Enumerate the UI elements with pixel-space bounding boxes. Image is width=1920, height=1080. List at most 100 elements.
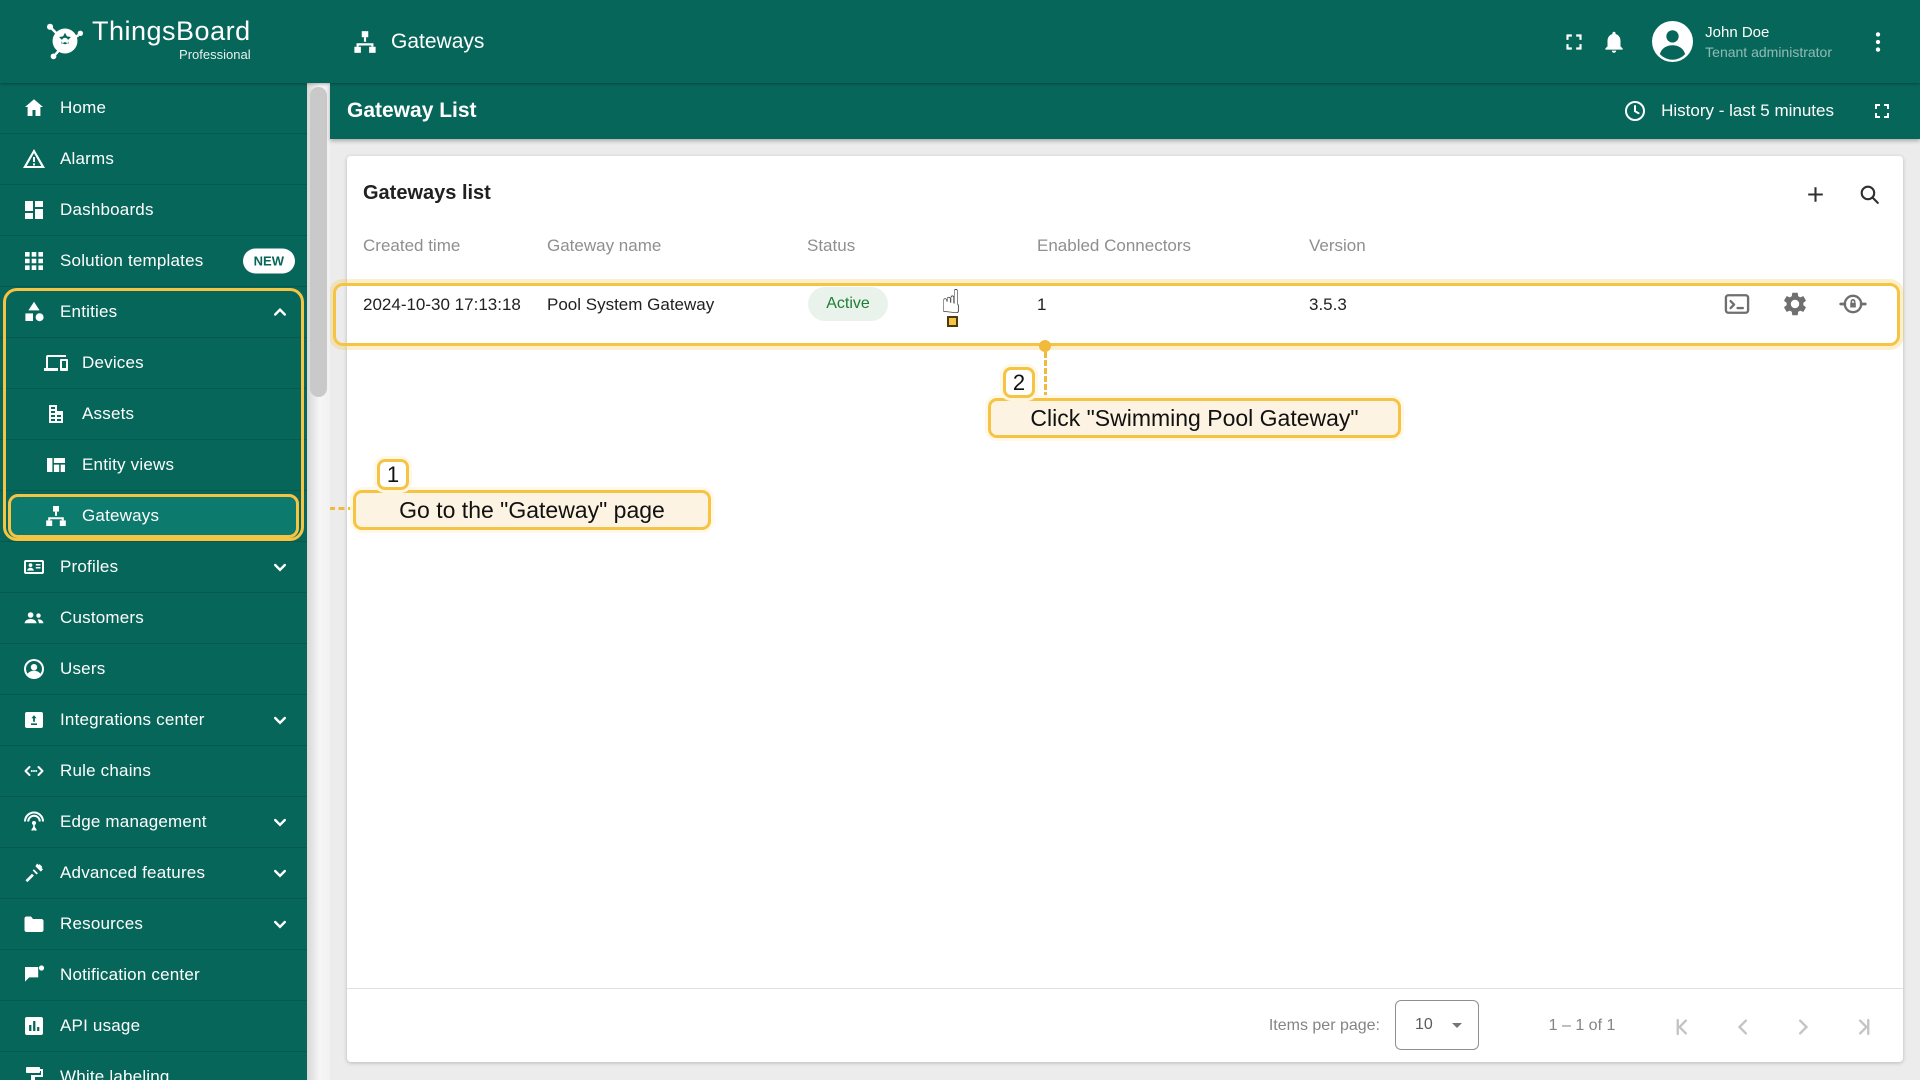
sidebar-item-notification-center[interactable]: Notification center [0, 950, 307, 1001]
white-labeling-icon [22, 1065, 46, 1080]
sidebar-item-label: Solution templates [60, 251, 204, 270]
devices-icon [44, 351, 68, 375]
gateways-page-icon [352, 29, 378, 55]
api-usage-icon [22, 1014, 46, 1038]
sidebar-item-advanced-features[interactable]: Advanced features [0, 848, 307, 899]
chevron-down-icon [268, 861, 292, 885]
search-button[interactable] [1849, 174, 1889, 214]
thingsboard-logo[interactable]: ThingsBoard Professional [42, 16, 251, 66]
page-range-label: 1 – 1 of 1 [1548, 1017, 1616, 1034]
thingsboard-logo-icon [46, 23, 84, 60]
sidebar-item-label: White labeling [60, 1067, 170, 1080]
cell-enabled-connectors[interactable]: 1 [1037, 273, 1046, 336]
user-avatar[interactable] [1652, 21, 1694, 62]
step2-connector-line [1044, 352, 1047, 398]
scrollbar-thumb[interactable] [310, 87, 327, 397]
row-actions [1723, 290, 1867, 318]
more-vert-icon [1875, 31, 1881, 52]
history-clock-icon [1623, 99, 1647, 123]
col-version[interactable]: Version [1309, 236, 1366, 256]
prev-page-button[interactable] [1729, 1013, 1757, 1041]
cell-gateway-name[interactable]: Pool System Gateway [547, 273, 714, 336]
gear-icon [1784, 292, 1806, 316]
expand-icon [1875, 104, 1889, 118]
sidebar-item-api-usage[interactable]: API usage [0, 1001, 307, 1052]
sidebar-item-profiles[interactable]: Profiles [0, 542, 307, 593]
sidebar-item-integrations-center[interactable]: Integrations center [0, 695, 307, 746]
brand-tier: Professional [179, 47, 251, 62]
sidebar-item-entity-views[interactable]: Entity views [0, 440, 307, 491]
remote-shell-button[interactable] [1723, 290, 1751, 318]
sidebar-item-label: Integrations center [60, 710, 205, 729]
col-status[interactable]: Status [807, 236, 855, 256]
sidebar-item-white-labeling[interactable]: White labeling [0, 1052, 307, 1080]
top-bar: ThingsBoard Professional Gateways John D… [0, 0, 1920, 83]
sidebar-item-label: Resources [60, 914, 144, 933]
sidebar-scrollbar[interactable] [307, 83, 330, 1080]
last-page-icon [1858, 1018, 1870, 1036]
page-title: Gateways [352, 0, 484, 83]
security-credentials-button[interactable] [1839, 290, 1867, 318]
sidebar-item-entities[interactable]: Entities [0, 287, 307, 338]
sidebar-item-home[interactable]: Home [0, 83, 307, 134]
sidebar-menu: Home Alarms Dashboards Solution templates NE… [0, 83, 307, 1080]
entities-group: Entities Devices Assets Entity views Gateway… [0, 287, 307, 542]
solution-templates-icon [22, 249, 46, 273]
user-info[interactable]: John Doe Tenant administrator [1705, 24, 1832, 60]
terminal-icon [1724, 294, 1750, 314]
dashboard-fullscreen-button[interactable] [1870, 99, 1894, 123]
dropdown-arrow-icon [1445, 1013, 1469, 1037]
page-title-text: Gateways [391, 29, 485, 53]
sidebar-item-customers[interactable]: Customers [0, 593, 307, 644]
bell-icon [1605, 31, 1623, 53]
sidebar-item-resources[interactable]: Resources [0, 899, 307, 950]
chevron-down-icon [268, 912, 292, 936]
next-page-button[interactable] [1789, 1013, 1817, 1041]
sidebar-item-edge-management[interactable]: Edge management [0, 797, 307, 848]
more-menu-button[interactable] [1858, 22, 1898, 62]
sidebar-item-gateways[interactable]: Gateways [0, 491, 307, 542]
sidebar-item-label: Gateways [82, 506, 160, 525]
advanced-features-icon [22, 861, 46, 885]
profiles-icon [22, 555, 46, 579]
plus-icon [1807, 186, 1823, 202]
last-page-button[interactable] [1849, 1013, 1877, 1041]
security-lock-icon [1839, 294, 1867, 314]
assets-icon [44, 402, 68, 426]
sidebar-item-assets[interactable]: Assets [0, 389, 307, 440]
sidebar-item-label: Users [60, 659, 106, 678]
status-badge: Active [808, 287, 888, 321]
sidebar-item-users[interactable]: Users [0, 644, 307, 695]
step2-connector-dot [1039, 340, 1051, 352]
col-enabled-connectors[interactable]: Enabled Connectors [1037, 236, 1191, 256]
add-gateway-button[interactable] [1795, 174, 1835, 214]
sidebar-item-solution-templates[interactable]: Solution templates NEW [0, 236, 307, 287]
chevron-down-icon [268, 708, 292, 732]
history-range-button[interactable]: History - last 5 minutes [1661, 101, 1834, 121]
gateway-settings-button[interactable] [1781, 290, 1809, 318]
sidebar-item-label: Alarms [60, 149, 115, 168]
col-created-time[interactable]: Created time [363, 236, 460, 256]
cell-created-time[interactable]: 2024-10-30 17:13:18 [363, 273, 521, 336]
user-name: John Doe [1705, 23, 1770, 41]
sidebar-item-label: Assets [82, 404, 135, 423]
tutorial-cursor: ☝ [941, 282, 961, 327]
first-page-button[interactable] [1669, 1013, 1697, 1041]
entities-icon [22, 300, 46, 324]
fullscreen-button[interactable] [1554, 22, 1594, 62]
page-size-value: 10 [1415, 1016, 1433, 1033]
rule-chains-icon [22, 759, 46, 783]
card-title: Gateways list [363, 182, 491, 204]
notifications-button[interactable] [1594, 22, 1634, 62]
step1-number-badge: 1 [377, 459, 409, 490]
col-gateway-name[interactable]: Gateway name [547, 236, 661, 256]
sidebar-item-dashboards[interactable]: Dashboards [0, 185, 307, 236]
sidebar-item-devices[interactable]: Devices [0, 338, 307, 389]
sidebar-item-rule-chains[interactable]: Rule chains [0, 746, 307, 797]
page-size-select[interactable]: 10 [1395, 1000, 1479, 1050]
sidebar-item-alarms[interactable]: Alarms [0, 134, 307, 185]
sidebar-item-label: Home [60, 98, 107, 117]
integrations-center-icon [22, 708, 46, 732]
sidebar-item-label: Customers [60, 608, 144, 627]
cell-version[interactable]: 3.5.3 [1309, 273, 1347, 336]
